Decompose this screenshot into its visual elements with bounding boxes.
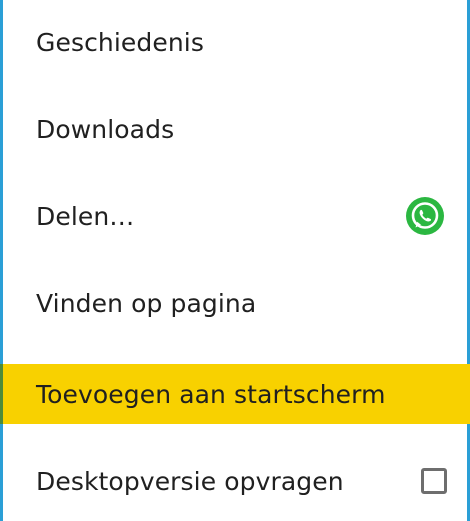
menu-item-label: Downloads	[36, 114, 175, 144]
overflow-menu: Geschiedenis Downloads Delen… Vinden op …	[0, 0, 470, 521]
menu-item-label: Desktopversie opvragen	[36, 466, 344, 496]
whatsapp-icon[interactable]	[405, 196, 445, 236]
desktop-site-checkbox[interactable]	[421, 468, 447, 494]
menu-item-label: Geschiedenis	[36, 27, 204, 57]
menu-item-request-desktop-site[interactable]: Desktopversie opvragen	[3, 451, 467, 511]
menu-item-share[interactable]: Delen…	[3, 186, 467, 246]
menu-item-downloads[interactable]: Downloads	[3, 99, 467, 159]
menu-item-history[interactable]: Geschiedenis	[3, 12, 467, 72]
menu-item-label: Vinden op pagina	[36, 288, 257, 318]
menu-item-add-to-homescreen[interactable]: Toevoegen aan startscherm	[0, 364, 470, 424]
menu-item-label: Toevoegen aan startscherm	[36, 379, 386, 409]
menu-item-find-in-page[interactable]: Vinden op pagina	[3, 273, 467, 333]
menu-item-label: Delen…	[36, 201, 135, 231]
